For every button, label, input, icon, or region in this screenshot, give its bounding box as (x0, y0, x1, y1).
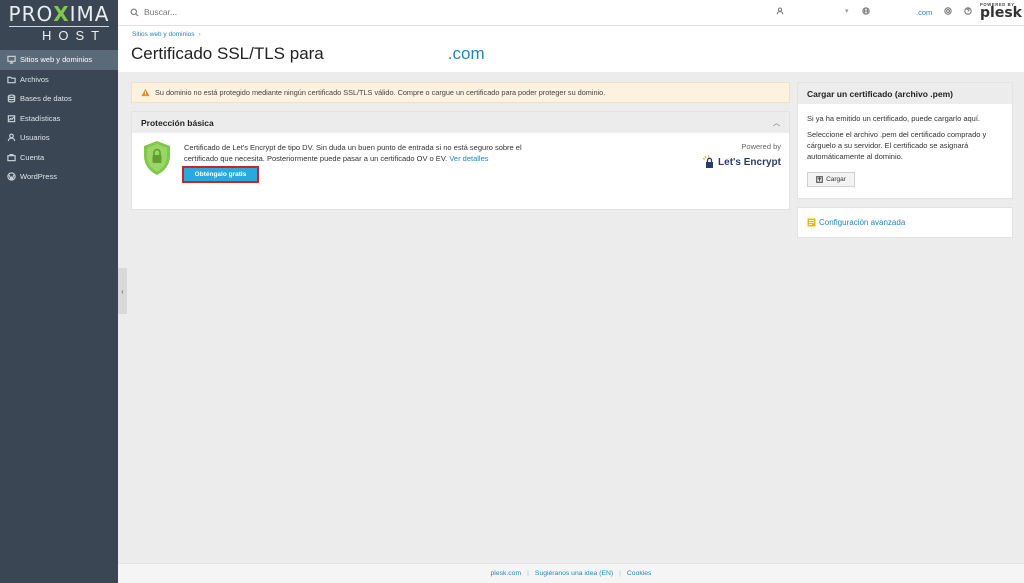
sidebar-item-label: Estadísticas (20, 113, 61, 123)
panel-header[interactable]: Protección básica ︿ (132, 112, 789, 133)
footer-link-cookies[interactable]: Cookies (627, 570, 652, 577)
chevron-down-icon[interactable]: ▾ (845, 7, 849, 15)
shield-lock-icon (144, 141, 170, 175)
sidebar-item-label: Bases de datos (20, 94, 72, 104)
title-domain: .com (447, 44, 485, 63)
search-input[interactable]: Buscar... (144, 7, 177, 17)
get-it-free-button[interactable]: Obténgalo gratis (182, 166, 259, 183)
top-bar: Buscar... ▾ .com POWERED BY plesk (118, 0, 1024, 26)
upload-certificate-card: Cargar un certificado (archivo .pem) Si … (797, 82, 1013, 199)
alert-text: Su dominio no está protegido mediante ni… (155, 88, 606, 97)
sidebar-item-statistics[interactable]: Estadísticas (0, 109, 118, 129)
logo-wordmark: PROXIMA (8, 2, 110, 26)
stats-icon (6, 113, 16, 123)
basic-description: Certificado de Let's Encrypt de tipo DV.… (184, 143, 522, 163)
folder-icon (6, 74, 16, 84)
subscription-selector[interactable] (862, 7, 870, 17)
sidebar-collapse-toggle[interactable]: ‹ (118, 268, 127, 314)
chevron-up-icon[interactable]: ︿ (773, 118, 780, 128)
sidebar: PROXIMA HOST Sitios web y dominios Archi… (0, 0, 118, 583)
footer: plesk.com | Sugiéranos una idea (EN) | C… (118, 563, 1024, 583)
support-icon[interactable] (944, 7, 952, 17)
footer-link-suggest[interactable]: Sugiéranos una idea (EN) (535, 570, 613, 577)
sidebar-item-files[interactable]: Archivos (0, 70, 118, 90)
sidebar-item-users[interactable]: Usuarios (0, 128, 118, 148)
user-icon (776, 7, 784, 15)
account-menu[interactable] (776, 7, 784, 17)
warning-icon (141, 88, 150, 97)
warning-alert: Su dominio no está protegido mediante ni… (131, 82, 790, 103)
plesk-logo[interactable]: POWERED BY plesk (980, 2, 1022, 20)
powered-by-label: Powered by (741, 142, 781, 151)
page-title: Certificado SSL/TLS para .com (131, 44, 485, 63)
upload-icon (816, 176, 823, 183)
card-title: Cargar un certificado (archivo .pem) (798, 83, 1012, 104)
logo-subtitle: HOST (41, 28, 107, 43)
footer-separator: | (527, 570, 529, 577)
brand-logo[interactable]: PROXIMA HOST (0, 0, 118, 50)
sidebar-item-wordpress[interactable]: WordPress (0, 167, 118, 187)
chevron-left-icon: ‹ (121, 286, 124, 296)
sidebar-item-label: Sitios web y dominios (20, 55, 93, 65)
briefcase-icon (6, 152, 16, 162)
sidebar-item-label: Usuarios (20, 133, 50, 143)
help-icon[interactable] (964, 7, 972, 17)
sidebar-item-databases[interactable]: Bases de datos (0, 89, 118, 109)
letsencrypt-icon (702, 155, 714, 168)
globe-icon (862, 7, 870, 15)
sidebar-item-label: Archivos (20, 74, 49, 84)
details-link[interactable]: Ver detalles (449, 154, 488, 163)
breadcrumb-link[interactable]: Sitios web y dominios (132, 31, 195, 38)
user-icon (6, 133, 16, 143)
monitor-icon (6, 55, 16, 65)
letsencrypt-logo: Let's Encrypt (702, 155, 781, 169)
footer-link-plesk[interactable]: plesk.com (491, 570, 522, 577)
search-icon (130, 7, 139, 17)
advanced-settings-link[interactable]: Configuración avanzada (797, 207, 1013, 238)
wordpress-icon (6, 172, 16, 182)
current-domain[interactable]: .com (916, 8, 932, 17)
upload-instructions: Seleccione el archivo .pem del certifica… (807, 130, 987, 161)
breadcrumb: Sitios web y dominios › (132, 31, 201, 38)
upload-button[interactable]: Cargar (807, 172, 855, 187)
sidebar-item-label: Cuenta (20, 152, 45, 162)
upload-intro: Si ya ha emitido un certificado, puede c… (807, 114, 981, 123)
page-header: Sitios web y dominios › Certificado SSL/T… (118, 26, 1024, 72)
sidebar-item-label: WordPress (20, 172, 57, 182)
sidebar-item-websites[interactable]: Sitios web y dominios (0, 50, 118, 70)
sidebar-item-account[interactable]: Cuenta (0, 148, 118, 168)
basic-protection-panel: Protección básica ︿ Certificado de Let's… (131, 111, 790, 210)
footer-separator: | (619, 570, 621, 577)
chevron-right-icon: › (198, 31, 201, 38)
panel-title: Protección básica (141, 117, 214, 128)
database-icon (6, 94, 16, 104)
logo-divider (9, 26, 109, 27)
search-box[interactable]: Buscar... (130, 7, 177, 17)
settings-icon (807, 218, 816, 227)
